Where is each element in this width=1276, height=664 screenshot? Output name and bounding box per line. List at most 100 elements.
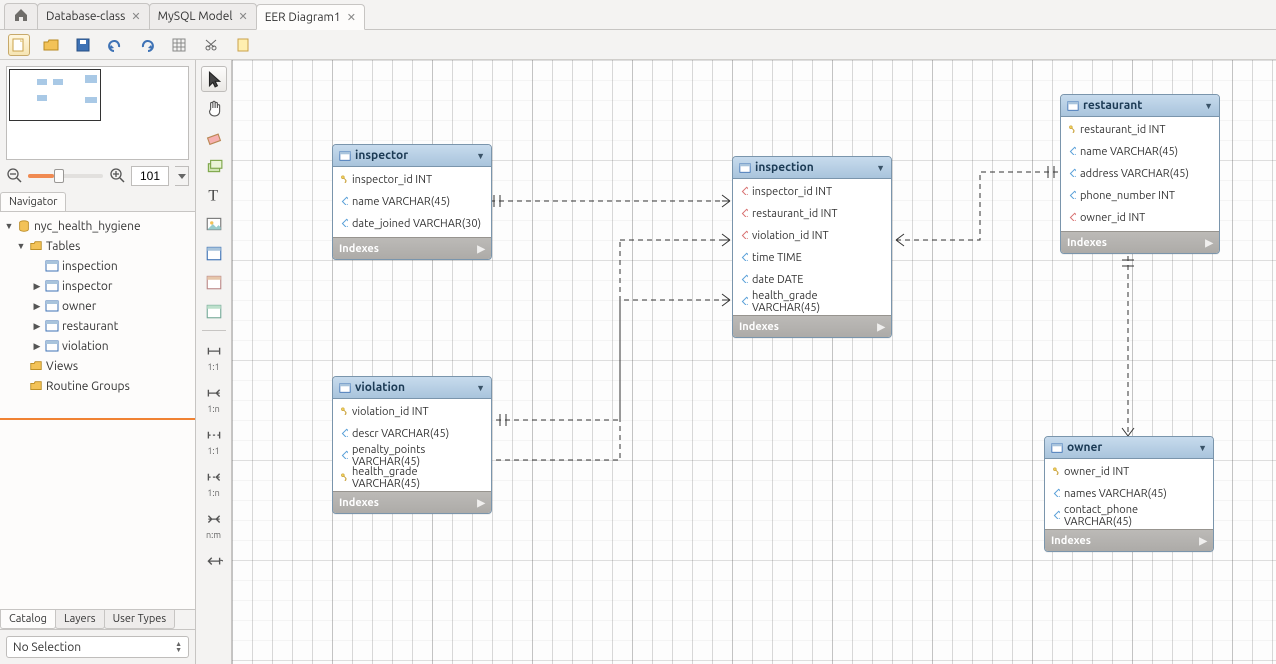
tree-table-inspector[interactable]: ▶inspector — [0, 276, 195, 296]
entity-indexes[interactable]: Indexes▶ — [333, 237, 491, 259]
relation-n-m-tool[interactable] — [201, 505, 227, 531]
tree-table-violation[interactable]: ▶violation — [0, 336, 195, 356]
entity-column[interactable]: violation_id INT — [333, 401, 491, 423]
relation-1-1-nonidentifying-tool[interactable] — [201, 421, 227, 447]
layers-tab[interactable]: Layers — [55, 610, 105, 629]
expand-icon: ▶ — [1205, 237, 1213, 249]
eraser-tool[interactable] — [201, 124, 227, 150]
entity-column[interactable]: restaurant_id INT — [1061, 119, 1219, 141]
sidebar-bottom-tabs: Catalog Layers User Types — [0, 609, 195, 629]
toolbar — [0, 30, 1276, 60]
entity-column[interactable]: inspector_id INT — [733, 181, 891, 203]
image-tool[interactable] — [201, 211, 227, 237]
folder-icon — [29, 359, 43, 373]
zoom-slider[interactable] — [28, 174, 103, 178]
collapse-icon[interactable]: ▼ — [876, 163, 885, 173]
tab-mysql-model[interactable]: MySQL Model ✕ — [149, 3, 257, 29]
catalog-tab[interactable]: Catalog — [0, 610, 56, 629]
close-icon[interactable]: ✕ — [131, 10, 140, 23]
entity-column[interactable]: violation_id INT — [733, 225, 891, 247]
navigator-tab[interactable]: Navigator — [0, 192, 66, 211]
entity-column[interactable]: owner_id INT — [1061, 207, 1219, 229]
pointer-tool[interactable] — [201, 66, 227, 92]
zoom-in-button[interactable] — [109, 167, 125, 186]
relation-1-n-identifying-tool[interactable] — [201, 379, 227, 405]
tree-database[interactable]: ▼ nyc_health_hygiene — [0, 216, 195, 236]
entity-column[interactable]: health_grade VARCHAR(45) — [733, 291, 891, 313]
entity-column[interactable]: inspector_id INT — [333, 169, 491, 191]
zoom-out-button[interactable] — [6, 167, 22, 186]
tree-table-restaurant[interactable]: ▶restaurant — [0, 316, 195, 336]
entity-column[interactable]: restaurant_id INT — [733, 203, 891, 225]
entity-inspection[interactable]: inspection▼inspector_id INTrestaurant_id… — [732, 156, 892, 338]
relation-1-1-identifying-tool[interactable] — [201, 337, 227, 363]
grid-button[interactable] — [168, 34, 190, 56]
table-icon — [45, 259, 59, 273]
tab-database-class[interactable]: Database-class ✕ — [37, 3, 150, 29]
diagram-canvas[interactable]: inspector▼inspector_id INTname VARCHAR(4… — [232, 60, 1276, 664]
collapse-icon[interactable]: ▼ — [476, 151, 485, 161]
relation-existing-tool[interactable] — [201, 547, 227, 573]
text-tool[interactable] — [201, 182, 227, 208]
tree-routine-groups[interactable]: ▶ Routine Groups — [0, 376, 195, 396]
tree-tables[interactable]: ▼ Tables — [0, 236, 195, 256]
new-view-tool[interactable] — [201, 269, 227, 295]
tree-views[interactable]: ▶ Views — [0, 356, 195, 376]
entity-column[interactable]: address VARCHAR(45) — [1061, 163, 1219, 185]
entity-column[interactable]: contact_phone VARCHAR(45) — [1045, 505, 1213, 527]
collapse-icon[interactable]: ▼ — [1198, 443, 1207, 453]
tab-eer-diagram[interactable]: EER Diagram1 ✕ — [256, 4, 365, 30]
entity-column[interactable]: time TIME — [733, 247, 891, 269]
entity-indexes[interactable]: Indexes▶ — [333, 491, 491, 513]
entity-column[interactable]: penalty_points VARCHAR(45) — [333, 445, 491, 467]
open-file-button[interactable] — [40, 34, 62, 56]
align-button[interactable] — [200, 34, 222, 56]
entity-column[interactable]: date DATE — [733, 269, 891, 291]
entity-indexes[interactable]: Indexes▶ — [1061, 231, 1219, 253]
note-button[interactable] — [232, 34, 254, 56]
catalog-tree: ▼ nyc_health_hygiene ▼ Tables ▶inspectio… — [0, 212, 195, 609]
entity-indexes[interactable]: Indexes▶ — [1045, 529, 1213, 551]
collapse-icon[interactable]: ▼ — [1204, 101, 1213, 111]
entity-column[interactable]: health_grade VARCHAR(45) — [333, 467, 491, 489]
entity-indexes[interactable]: Indexes▶ — [733, 315, 891, 337]
relation-1-n-nonidentifying-tool[interactable] — [201, 463, 227, 489]
table-icon — [45, 339, 59, 353]
collapse-icon[interactable]: ▼ — [476, 383, 485, 393]
entity-header[interactable]: owner▼ — [1045, 437, 1213, 459]
model-overview[interactable] — [6, 66, 189, 160]
zoom-dropdown[interactable] — [175, 166, 189, 186]
entity-header[interactable]: inspector▼ — [333, 145, 491, 167]
tree-table-inspection[interactable]: ▶inspection — [0, 256, 195, 276]
entity-column[interactable]: owner_id INT — [1045, 461, 1213, 483]
entity-restaurant[interactable]: restaurant▼restaurant_id INTname VARCHAR… — [1060, 94, 1220, 254]
user-types-tab[interactable]: User Types — [104, 610, 176, 629]
column-icon — [1067, 168, 1076, 180]
selection-dropdown[interactable]: No Selection ▲▼ — [6, 636, 189, 658]
save-button[interactable] — [72, 34, 94, 56]
entity-column[interactable]: name VARCHAR(45) — [1061, 141, 1219, 163]
entity-column[interactable]: phone_number INT — [1061, 185, 1219, 207]
close-icon[interactable]: ✕ — [238, 10, 247, 23]
new-routine-tool[interactable] — [201, 298, 227, 324]
entity-column[interactable]: descr VARCHAR(45) — [333, 423, 491, 445]
new-table-tool[interactable] — [201, 240, 227, 266]
entity-violation[interactable]: violation▼violation_id INTdescr VARCHAR(… — [332, 376, 492, 514]
entity-header[interactable]: restaurant▼ — [1061, 95, 1219, 117]
close-icon[interactable]: ✕ — [347, 11, 356, 24]
entity-column[interactable]: date_joined VARCHAR(30) — [333, 213, 491, 235]
entity-header[interactable]: violation▼ — [333, 377, 491, 399]
entity-owner[interactable]: owner▼owner_id INTnames VARCHAR(45)conta… — [1044, 436, 1214, 552]
new-file-button[interactable] — [8, 34, 30, 56]
zoom-input[interactable] — [131, 166, 169, 186]
tree-table-owner[interactable]: ▶owner — [0, 296, 195, 316]
redo-button[interactable] — [136, 34, 158, 56]
layer-tool[interactable] — [201, 153, 227, 179]
entity-column[interactable]: name VARCHAR(45) — [333, 191, 491, 213]
undo-button[interactable] — [104, 34, 126, 56]
hand-tool[interactable] — [201, 95, 227, 121]
entity-inspector[interactable]: inspector▼inspector_id INTname VARCHAR(4… — [332, 144, 492, 260]
entity-header[interactable]: inspection▼ — [733, 157, 891, 179]
entity-column[interactable]: names VARCHAR(45) — [1045, 483, 1213, 505]
tab-home[interactable] — [4, 3, 38, 29]
